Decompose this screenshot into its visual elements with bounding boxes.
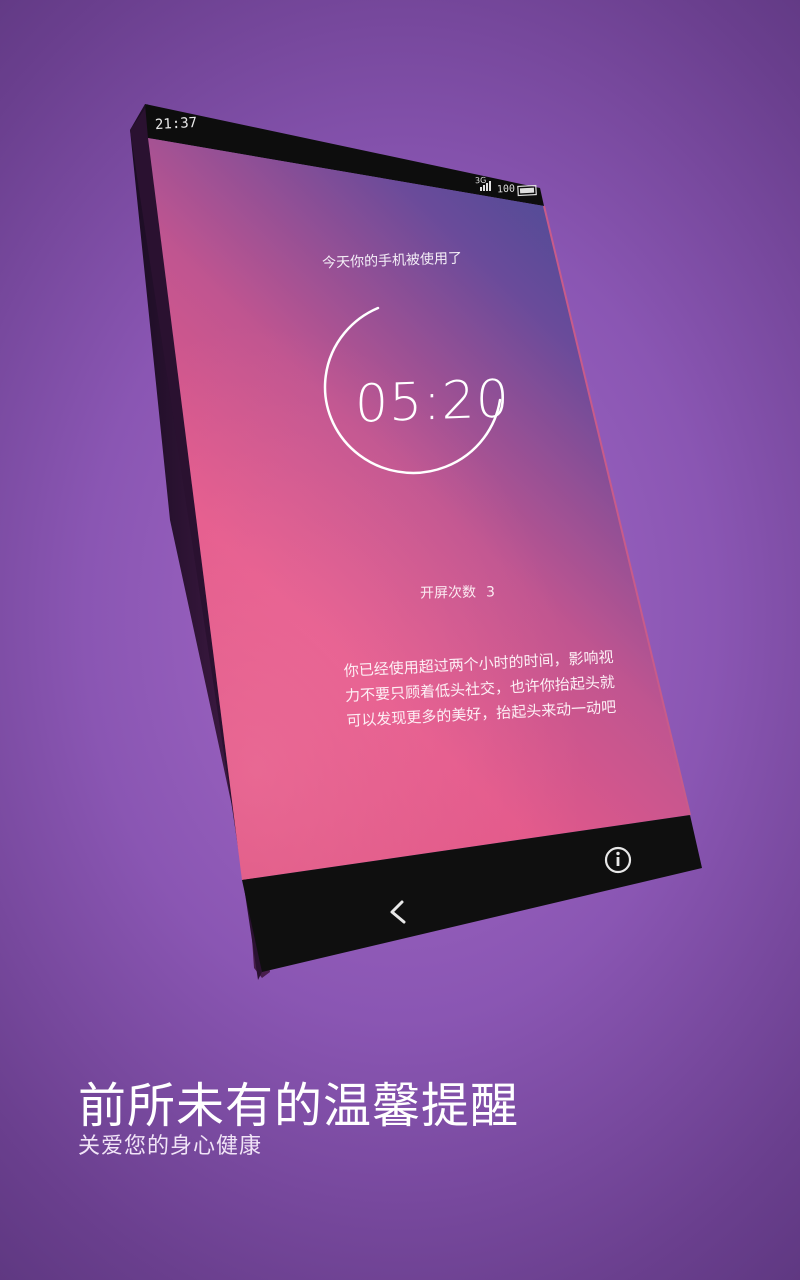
promo-headline: 前所未有的温馨提醒 (78, 1078, 520, 1134)
reminder-message: 你已经使用超过两个小时的时间，影响视力不要只顾着低头社交，也许你抬起头就可以发现… (343, 647, 617, 731)
info-circle-icon (604, 846, 632, 874)
unlock-count-row: 开屏次数 3 (420, 581, 495, 602)
status-time: 21:37 (154, 114, 198, 134)
chevron-left-icon (390, 900, 406, 924)
unlock-count: 3 (485, 584, 496, 601)
promo-subline: 关爱您的身心健康 (78, 1134, 263, 1159)
battery-level: 100 (496, 183, 516, 196)
usage-timer: 05:20 (355, 369, 510, 435)
unlock-label: 开屏次数 (419, 584, 477, 602)
info-button[interactable] (598, 840, 638, 880)
back-button[interactable] (380, 892, 418, 934)
network-type: 3G (474, 175, 487, 186)
